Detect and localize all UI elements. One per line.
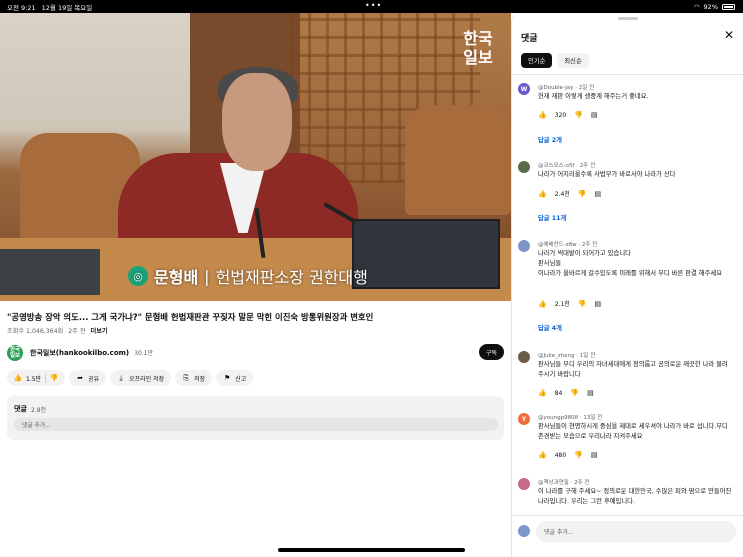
subscribe-button[interactable]: 구독 [479,344,504,360]
chip-popular[interactable]: 인기순 [521,53,553,68]
flag-icon: ⚑ [224,374,231,382]
comment-icon[interactable]: ▤ [595,190,602,198]
comment-header: @코스모스-o5f · 2주 전 [538,163,596,169]
upload-age: 2주 전 [68,328,86,335]
home-indicator[interactable] [278,548,465,552]
comment-header: @예배찬드-z8w · 2주 전 [538,242,598,248]
thumbs-down-icon[interactable]: 👎 [578,190,587,198]
comment-text: 나라가 씩대밭이 되어가고 있습니다 판사님들 이나라가 올바르게 갈수있도록 … [538,250,723,278]
comment-actions: 👍 2.4천 👎 ▤ [538,189,602,199]
video-player[interactable]: 한국 일보 ◎ 문형배 | 헌법재판소장 권한대행 [0,13,511,301]
thumbs-up-icon[interactable]: 👍 [14,374,23,382]
thumbs-down-icon[interactable]: 👎 [570,389,579,397]
status-date: 12월 19일 목요일 [41,3,93,12]
comment-preview-input[interactable]: 댓글 추가... [14,418,498,431]
thumbs-down-icon[interactable]: 👎 [50,374,59,382]
channel-avatar[interactable]: 한국 일보 [7,344,23,361]
battery-level: 92% [703,2,718,11]
caption-name: 문형배 [154,268,199,287]
speaker-badge-icon: ◎ [128,266,148,286]
avatar[interactable] [518,161,530,173]
comments-preview[interactable]: 댓글 2.8천 댓글 추가... [7,396,504,440]
action-bar: 👍 1.5만 👎 ➦ 공유 ⤓ 오프라인 저장 ⎘ 저장 ⚑ 신고 [7,370,254,386]
replies-link[interactable]: 답글 2개 [538,135,562,144]
broadcaster-logo: 한국 일보 [463,29,493,67]
status-time: 오전 9:21 [7,3,36,12]
sort-chips: 인기순 최신순 [521,53,589,68]
replies-link[interactable]: 답글 11개 [538,213,566,222]
avatar[interactable]: Y [518,413,530,425]
like-count: 1.5만 [26,375,42,383]
view-count: 조회수 1,046,364회 [7,328,64,335]
comment-icon[interactable]: ▤ [595,300,602,308]
status-bar-right: ◠ 92% [511,0,743,13]
thumbs-down-icon[interactable]: 👎 [578,300,587,308]
video-caption: ◎ 문형배 | 헌법재판소장 권한대행 [128,263,368,289]
avatar[interactable]: W [518,83,530,95]
caption-title: 헌법재판소장 권한대행 [215,268,368,287]
comment-actions: 👍 84 👎 ▤ [538,389,594,397]
comment-text: 판사님들이 현명하시게 중심을 제대로 세우셔야 나라가 바로 섭니다.부디 존… [538,423,728,441]
avatar[interactable] [518,351,530,363]
comments-panel: 댓글 ✕ 인기순 최신순 W @Double-Jay · 2일 전 헌재 재판 … [511,13,743,557]
comment-actions: 👍 2.1천 👎 ▤ [538,299,602,309]
comments-preview-title: 댓글 [14,405,27,413]
report-button[interactable]: ⚑ 신고 [216,370,254,386]
close-icon[interactable]: ✕ [722,28,736,42]
thumbs-up-icon[interactable]: 👍 [538,190,547,198]
like-dislike-button[interactable]: 👍 1.5만 👎 [7,370,66,386]
comment-actions: 👍 480 👎 ▤ [538,451,598,459]
comment-icon[interactable]: ▤ [591,451,598,459]
comment-text: 나라가 어지러울수록 사법부가 바로서야 나라가 산다 [538,171,676,178]
video-title: "공영방송 장악 의도... 그게 국가냐?" 문형배 헌법재판관 꾸짖자 말문… [7,312,374,322]
replies-link[interactable]: 답글 4개 [538,323,562,332]
bookmark-icon: ⎘ [183,373,189,382]
comments-preview-count: 2.8천 [31,407,47,414]
battery-icon [722,3,735,10]
comment-icon[interactable]: ▤ [591,111,598,119]
channel-row: 한국 일보 한국일보(hankookilbo.com) 30.1만 구독 [7,344,504,361]
save-button[interactable]: ⎘ 저장 [175,370,213,386]
download-icon: ⤓ [119,373,123,382]
user-avatar[interactable] [518,525,530,537]
comment-input[interactable]: 댓글 추가... [536,521,736,542]
chip-latest[interactable]: 최신순 [557,53,589,68]
thumbs-down-icon[interactable]: 👎 [574,451,583,459]
thumbs-up-icon[interactable]: 👍 [538,451,547,459]
comment-header: @Julie_zheng · 1일 전 [538,353,596,359]
more-link[interactable]: 더보기 [91,326,108,335]
multitask-dots-icon[interactable]: ••• [365,1,382,10]
comment-header: @책상과연필 · 2주 전 [538,480,590,486]
thumbs-up-icon[interactable]: 👍 [538,389,547,397]
panel-grabber[interactable] [618,17,638,20]
caption-separator: | [204,266,210,286]
wifi-icon: ◠ [693,2,700,11]
thumbs-up-icon[interactable]: 👍 [538,111,547,119]
status-bar: 오전 9:21 12월 19일 목요일 ••• [0,0,511,13]
panel-title: 댓글 [521,34,538,44]
comment-compose-bar: 댓글 추가... [512,515,743,557]
comment-actions: 👍 320 👎 ▤ [538,111,598,119]
comment-text: 이 나라를 구해 주세요~ 정의로운 대한민국, 수많은 피와 땀으로 만들어진… [538,488,732,506]
avatar[interactable] [518,240,530,252]
thumbs-down-icon[interactable]: 👎 [574,111,583,119]
comment-text: 헌재 재판 이렇게 생중계 해주는거 좋네요. [538,93,649,100]
share-icon: ➦ [77,374,83,382]
channel-name[interactable]: 한국일보(hankookilbo.com) [30,348,129,358]
comment-header: @youngp9808 · 13일 전 [538,415,603,421]
comment-icon[interactable]: ▤ [587,389,594,397]
share-button[interactable]: ➦ 공유 [69,370,107,386]
avatar[interactable] [518,478,530,490]
offline-save-button[interactable]: ⤓ 오프라인 저장 [110,370,172,386]
video-meta: 조회수 1,046,364회 2주 전 더보기 [7,326,108,335]
comment-text: 판사님들 부디 우리의 자녀세대에게 정의롭고 공의로운 깨끗한 나라 물려 주… [538,361,728,379]
comment-header: @Double-Jay · 2일 전 [538,85,595,91]
subscriber-count: 30.1만 [134,350,154,357]
thumbs-up-icon[interactable]: 👍 [538,300,547,308]
